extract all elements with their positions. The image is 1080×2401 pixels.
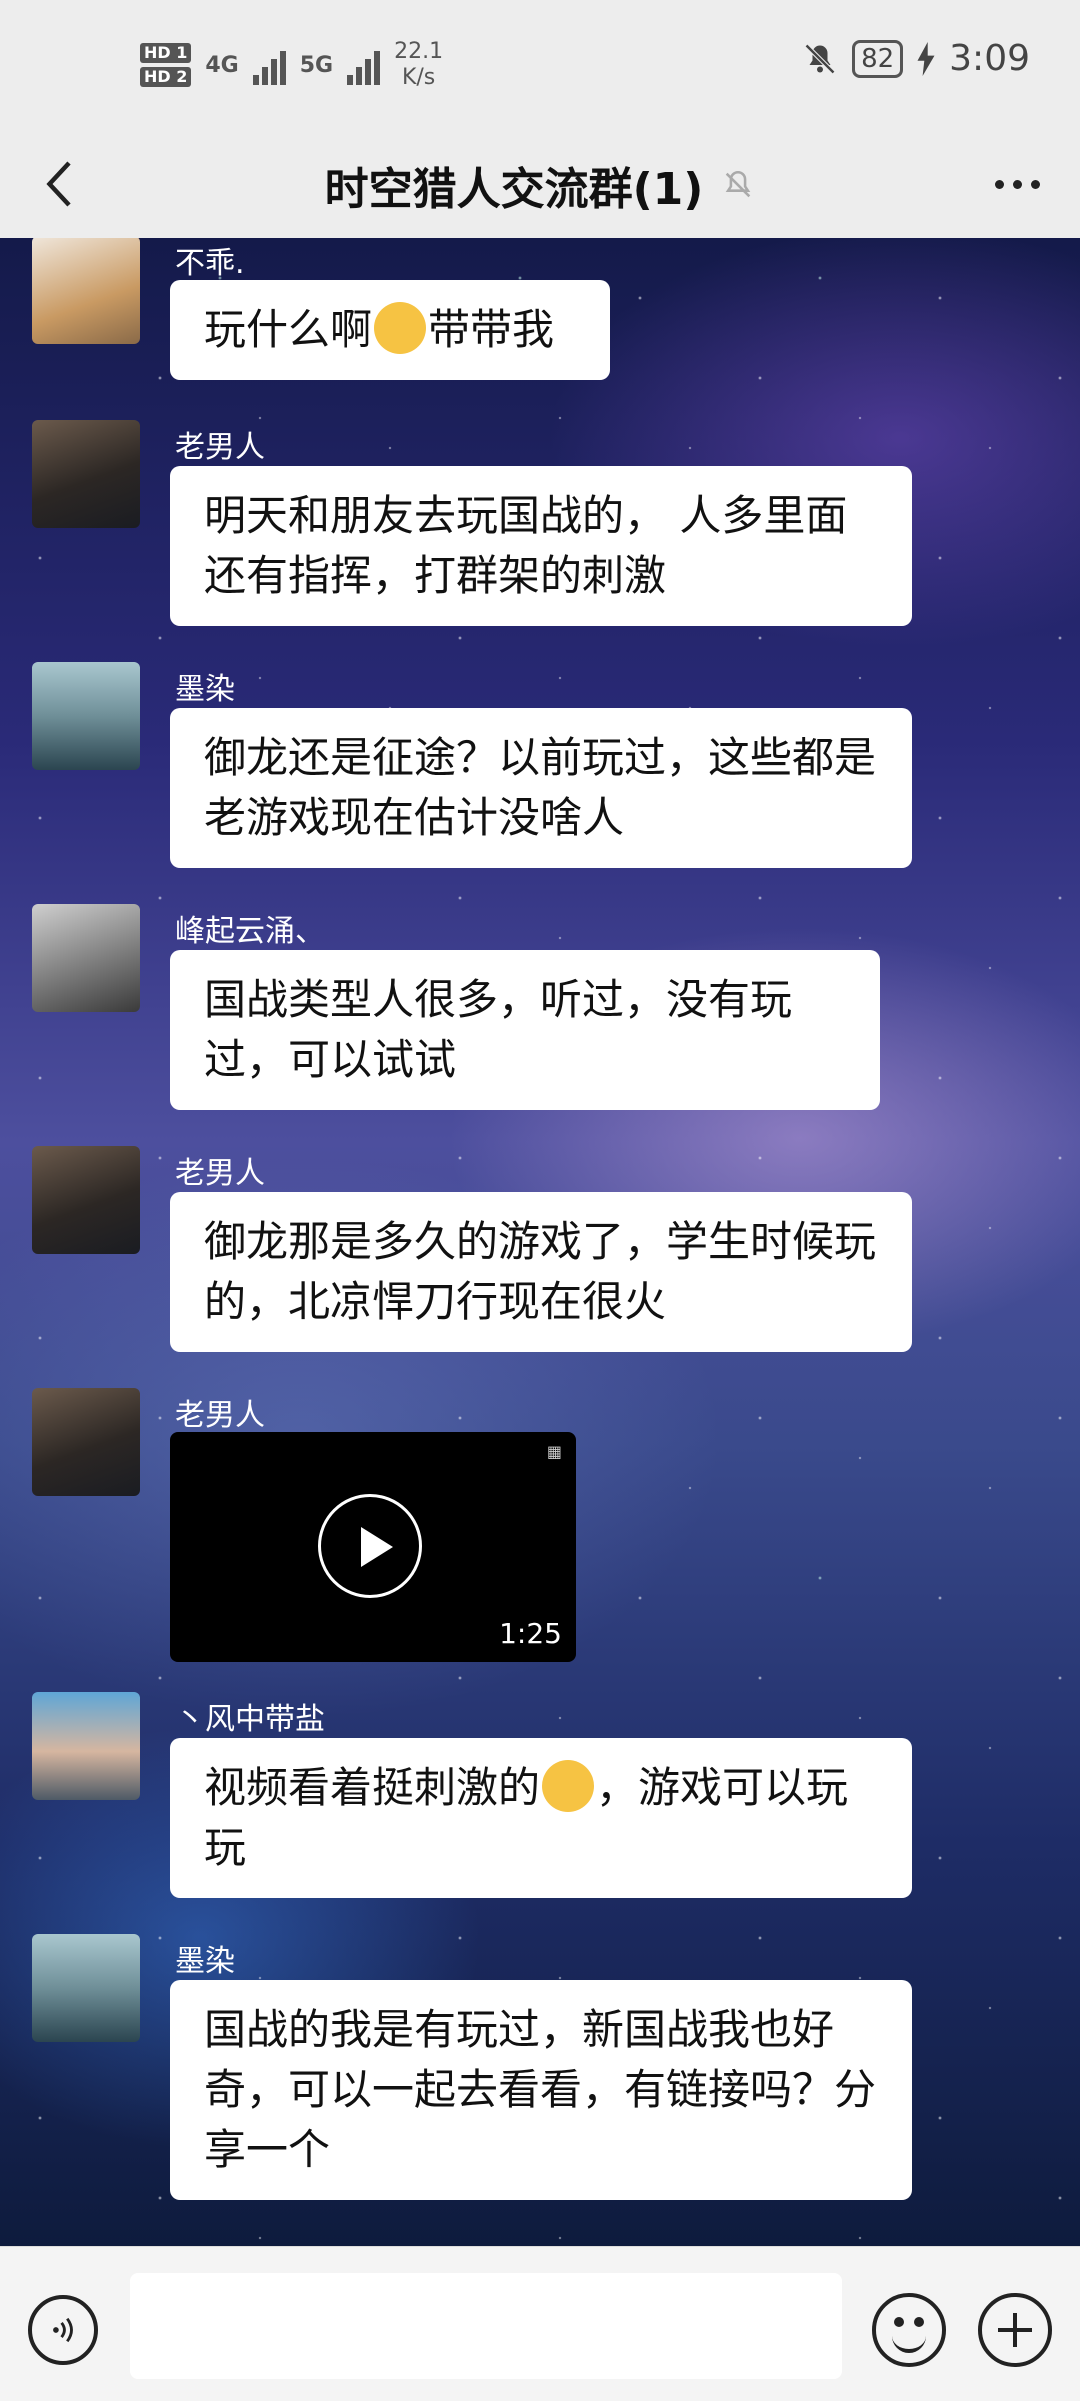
- chat-title: 时空猎人交流群(1): [324, 164, 704, 215]
- muted-bell-icon: [726, 170, 751, 198]
- voice-icon: [53, 2317, 73, 2343]
- message-text: 御龙还是征途？以前玩过，这些都是老游戏现在估计没啥人: [204, 733, 877, 842]
- video-duration: 1:25: [499, 1617, 562, 1650]
- title-area: 时空猎人交流群(1): [0, 132, 1080, 238]
- message-bubble[interactable]: 明天和朋友去玩国战的， 人多里面还有指挥，打群架的刺激: [170, 466, 912, 626]
- message-text: 御龙那是多久的游戏了，学生时候玩的，北凉悍刀行现在很火: [204, 1217, 877, 1326]
- sender-name: 墨染: [175, 1944, 235, 1979]
- sim-badges: HD 1 HD 2: [140, 43, 192, 87]
- voice-button[interactable]: [28, 2295, 98, 2365]
- sender-name: 老男人: [175, 1156, 265, 1191]
- more-button[interactable]: [982, 154, 1052, 214]
- message-text: 国战类型人很多，听过，没有玩过，可以试试: [204, 975, 793, 1084]
- network-type-2: 5G: [299, 52, 334, 78]
- network-type-1: 4G: [205, 52, 239, 78]
- silent-bell-icon: [804, 43, 836, 74]
- chat-area[interactable]: 不乖. 玩什么啊 带带我 老男人 明天和朋友去玩国战的， 人多里面还有指挥，打群架…: [0, 238, 1080, 2246]
- more-icon: [994, 179, 1004, 189]
- message-input[interactable]: [130, 2273, 842, 2379]
- message-text: 玩什么啊: [204, 305, 373, 354]
- status-left: HD 1 HD 2 4G 5G 22.1 K/s: [140, 30, 443, 100]
- battery-level: 82: [852, 39, 904, 78]
- sender-name: 丶风中带盐: [175, 1702, 325, 1737]
- message-bubble[interactable]: 御龙还是征途？以前玩过，这些都是老游戏现在估计没啥人: [170, 708, 912, 868]
- message-bubble[interactable]: 国战的我是有玩过，新国战我也好奇，可以一起去看看，有链接吗？分享一个: [170, 1980, 912, 2200]
- video-watermark-icon: ▦: [546, 1442, 562, 1461]
- message-bubble[interactable]: 视频看着挺刺激的 ，游戏可以玩玩: [170, 1738, 912, 1898]
- signal-icon-2: [347, 45, 381, 85]
- grin-emoji: [542, 1760, 595, 1812]
- video-message[interactable]: ▦ 1:25: [170, 1432, 576, 1662]
- sim2-badge: HD 2: [140, 67, 192, 87]
- status-bar: HD 1 HD 2 4G 5G 22.1 K/s 82 3:09: [0, 0, 1080, 132]
- sender-name: 老男人: [175, 430, 265, 465]
- message-text: 带带我: [428, 305, 555, 354]
- sender-name: 墨染: [175, 672, 235, 707]
- emoji-icon[interactable]: [872, 2293, 946, 2367]
- sender-name: 峰起云涌、: [175, 914, 325, 949]
- sim1-badge: HD 1: [140, 43, 192, 63]
- input-bar: [0, 2246, 1080, 2401]
- avatar[interactable]: [32, 238, 140, 344]
- message-text: 明天和朋友去玩国战的， 人多里面还有指挥，打群架的刺激: [204, 491, 848, 600]
- chat-header: 时空猎人交流群(1): [0, 132, 1080, 239]
- avatar[interactable]: [32, 904, 140, 1012]
- sender-name: 不乖.: [175, 246, 245, 281]
- message-bubble[interactable]: 玩什么啊 带带我: [170, 280, 610, 380]
- avatar[interactable]: [32, 662, 140, 770]
- message-bubble[interactable]: 国战类型人很多，听过，没有玩过，可以试试: [170, 950, 880, 1110]
- sender-name: 老男人: [175, 1398, 265, 1433]
- avatar[interactable]: [32, 1388, 140, 1496]
- signal-icon-1: [252, 45, 286, 85]
- avatar[interactable]: [32, 1934, 140, 2042]
- clock: 3:09: [949, 38, 1030, 79]
- avatar[interactable]: [32, 420, 140, 528]
- charging-icon: [917, 41, 935, 76]
- message-bubble[interactable]: 御龙那是多久的游戏了，学生时候玩的，北凉悍刀行现在很火: [170, 1192, 912, 1352]
- play-icon[interactable]: [318, 1494, 422, 1598]
- message-text: 视频看着挺刺激的: [204, 1763, 541, 1812]
- status-right: 82 3:09: [802, 38, 1030, 79]
- network-speed: 22.1 K/s: [394, 39, 443, 91]
- speed-value: 22.1: [394, 39, 444, 64]
- plus-icon[interactable]: [978, 2293, 1052, 2367]
- message-text: 国战的我是有玩过，新国战我也好奇，可以一起去看看，有链接吗？分享一个: [204, 2005, 877, 2174]
- avatar[interactable]: [32, 1692, 140, 1800]
- avatar[interactable]: [32, 1146, 140, 1254]
- smirk-emoji: [374, 302, 427, 354]
- speed-unit: K/s: [401, 65, 436, 90]
